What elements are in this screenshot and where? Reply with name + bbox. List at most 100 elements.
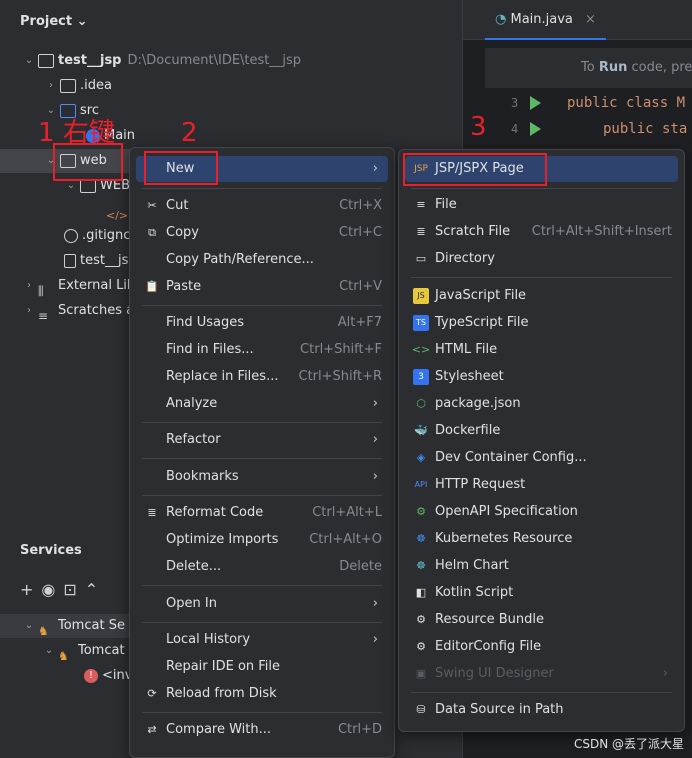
chevron-down-icon: ⌄ bbox=[44, 645, 54, 656]
separator bbox=[142, 458, 382, 459]
annotation-box-jsp bbox=[403, 153, 547, 186]
menu-item-swing-ui-designer[interactable]: ▣ Swing UI Designer › bbox=[405, 661, 678, 687]
menu-item-javascript[interactable]: JS JavaScript File bbox=[405, 283, 678, 309]
gear-icon: ⚙ bbox=[416, 640, 426, 653]
menu-item-analyze[interactable]: Analyze › bbox=[136, 391, 388, 417]
separator bbox=[142, 495, 382, 496]
kotlin-icon: ◧ bbox=[415, 586, 427, 599]
close-icon[interactable]: × bbox=[585, 12, 596, 27]
annotation-3: 3 bbox=[470, 112, 487, 142]
eye-icon[interactable]: ◉ bbox=[41, 580, 55, 599]
menu-item-package-json[interactable]: ⬡ package.json bbox=[405, 391, 678, 417]
paste-icon: 📋 bbox=[145, 280, 159, 293]
menu-item-kubernetes[interactable]: ☸ Kubernetes Resource bbox=[405, 526, 678, 552]
menu-item-optimize-imports[interactable]: Optimize Imports Ctrl+Alt+O bbox=[136, 527, 388, 553]
run-icon[interactable] bbox=[530, 96, 541, 110]
copy-icon: ⧉ bbox=[148, 226, 156, 239]
run-hint: To Run code, pre bbox=[485, 48, 692, 88]
annotation-2: 2 bbox=[181, 118, 198, 148]
swing-icon: ▣ bbox=[415, 667, 427, 680]
tomcat-icon: ♞ bbox=[38, 624, 49, 638]
menu-item-find-in-files[interactable]: Find in Files... Ctrl+Shift+F bbox=[136, 337, 388, 363]
menu-item-file[interactable]: ≡ File bbox=[405, 192, 678, 218]
code-line: public class M bbox=[567, 95, 686, 111]
chevron-right-icon: › bbox=[372, 396, 378, 411]
chevron-right-icon: › bbox=[27, 305, 31, 316]
tree-external-libs[interactable]: › ⫼ External Lib bbox=[22, 274, 135, 298]
separator bbox=[142, 712, 382, 713]
chevron-down-icon: ⌄ bbox=[24, 55, 34, 66]
menu-item-typescript[interactable]: TS TypeScript File bbox=[405, 310, 678, 336]
chevron-right-icon: › bbox=[372, 596, 378, 611]
menu-item-copy-path[interactable]: Copy Path/Reference... bbox=[136, 247, 388, 273]
menu-item-replace-in-files[interactable]: Replace in Files... Ctrl+Shift+R bbox=[136, 364, 388, 390]
menu-item-directory[interactable]: ▭ Directory bbox=[405, 246, 678, 272]
module-folder-icon bbox=[38, 54, 54, 68]
tree-webxml[interactable]: </> bbox=[104, 199, 128, 223]
menu-item-delete[interactable]: Delete... Delete bbox=[136, 554, 388, 580]
new-tab-icon[interactable]: ⊡ bbox=[63, 580, 76, 599]
line-number: 3 bbox=[511, 96, 519, 110]
menu-item-refactor[interactable]: Refactor › bbox=[136, 427, 388, 453]
services-inv[interactable]: ! <inv bbox=[82, 664, 132, 688]
menu-item-cut[interactable]: ✂ Cut Ctrl+X bbox=[136, 193, 388, 219]
menu-item-data-source[interactable]: ⛁ Data Source in Path bbox=[405, 697, 678, 723]
services-tomcat-server[interactable]: ⌄ ♞ Tomcat Se bbox=[0, 614, 130, 638]
menu-item-bookmarks[interactable]: Bookmarks › bbox=[136, 464, 388, 490]
tree-gitignore[interactable]: .gitignc bbox=[62, 224, 130, 248]
project-header[interactable]: Project ⌄ bbox=[20, 14, 88, 29]
css-icon: 3 bbox=[413, 369, 429, 385]
menu-item-scratch-file[interactable]: ≣ Scratch File Ctrl+Alt+Shift+Insert bbox=[405, 219, 678, 245]
run-icon[interactable] bbox=[530, 122, 541, 136]
tomcat-icon: ♞ bbox=[58, 649, 69, 663]
menu-item-local-history[interactable]: Local History › bbox=[136, 627, 388, 653]
tree-iml[interactable]: test__js bbox=[62, 249, 128, 273]
tab-main-java[interactable]: ◔ Main.java × bbox=[485, 0, 606, 40]
menu-item-dockerfile[interactable]: 🐳 Dockerfile bbox=[405, 418, 678, 444]
chevron-right-icon: › bbox=[372, 432, 378, 447]
menu-item-reload[interactable]: ⟳ Reload from Disk bbox=[136, 681, 388, 707]
separator bbox=[142, 188, 382, 189]
annotation-box-web bbox=[53, 143, 123, 181]
menu-item-dev-container[interactable]: ◈ Dev Container Config... bbox=[405, 445, 678, 471]
openapi-icon: ⚙ bbox=[416, 505, 426, 518]
context-menu: New › ✂ Cut Ctrl+X ⧉ Copy Ctrl+C Copy Path/Re… bbox=[129, 147, 395, 758]
menu-item-stylesheet[interactable]: 3 Stylesheet bbox=[405, 364, 678, 390]
helm-icon: ☸ bbox=[416, 559, 426, 572]
menu-item-paste[interactable]: 📋 Paste Ctrl+V bbox=[136, 274, 388, 300]
separator bbox=[142, 622, 382, 623]
menu-item-find-usages[interactable]: Find Usages Alt+F7 bbox=[136, 310, 388, 336]
file-icon bbox=[64, 254, 76, 268]
gear-icon: ⚙ bbox=[416, 613, 426, 626]
tree-scratches[interactable]: › ≡ Scratches a bbox=[22, 299, 134, 323]
library-icon: ⫼ bbox=[38, 284, 44, 298]
menu-item-compare[interactable]: ⇄ Compare With... Ctrl+D bbox=[136, 717, 388, 743]
menu-item-html[interactable]: <> HTML File bbox=[405, 337, 678, 363]
cube-icon: ◈ bbox=[416, 451, 426, 464]
services-tomcat[interactable]: ⌄ ♞ Tomcat bbox=[42, 639, 125, 663]
folder-icon: ▭ bbox=[415, 252, 427, 265]
watermark: CSDN @丢了派大星 bbox=[573, 737, 684, 751]
separator bbox=[142, 585, 382, 586]
code-line: public sta bbox=[603, 121, 688, 137]
nodejs-icon: ⬡ bbox=[416, 397, 426, 410]
chevron-right-icon: › bbox=[372, 469, 378, 484]
chevron-right-icon: › bbox=[372, 632, 378, 647]
menu-item-repair-ide[interactable]: Repair IDE on File bbox=[136, 654, 388, 680]
expand-icon[interactable]: ⌃ bbox=[85, 580, 98, 599]
menu-item-editorconfig[interactable]: ⚙ EditorConfig File bbox=[405, 634, 678, 660]
menu-item-copy[interactable]: ⧉ Copy Ctrl+C bbox=[136, 220, 388, 246]
menu-item-openapi[interactable]: ⚙ OpenAPI Specification bbox=[405, 499, 678, 525]
menu-item-kotlin-script[interactable]: ◧ Kotlin Script bbox=[405, 580, 678, 606]
separator bbox=[142, 422, 382, 423]
tree-idea[interactable]: › .idea bbox=[44, 74, 112, 98]
menu-item-helm-chart[interactable]: ☸ Helm Chart bbox=[405, 553, 678, 579]
menu-item-http-request[interactable]: API HTTP Request bbox=[405, 472, 678, 498]
reload-icon: ⟳ bbox=[147, 687, 157, 700]
add-icon[interactable]: + bbox=[20, 580, 33, 599]
menu-item-reformat[interactable]: ≣ Reformat Code Ctrl+Alt+L bbox=[136, 500, 388, 526]
menu-item-resource-bundle[interactable]: ⚙ Resource Bundle bbox=[405, 607, 678, 633]
separator bbox=[411, 188, 672, 189]
menu-item-open-in[interactable]: Open In › bbox=[136, 591, 388, 617]
tree-root[interactable]: ⌄ test__jsp D:\Document\IDE\test__jsp bbox=[22, 49, 301, 73]
